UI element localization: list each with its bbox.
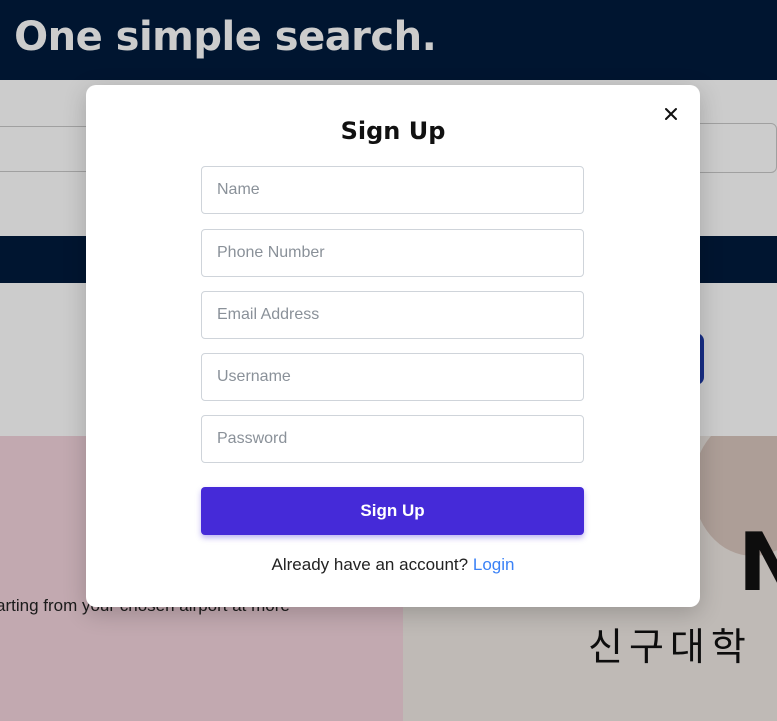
sign-up-button[interactable]: Sign Up	[201, 487, 584, 535]
modal-title: Sign Up	[340, 117, 446, 145]
login-prompt: Already have an account? Login	[86, 555, 700, 575]
phone-number-input[interactable]	[201, 229, 584, 277]
password-input[interactable]	[201, 415, 584, 463]
username-input[interactable]	[201, 353, 584, 401]
login-link[interactable]: Login	[473, 555, 515, 574]
name-input[interactable]	[201, 166, 584, 214]
signup-modal: Sign Up Sign Up Already have an account?…	[86, 85, 700, 607]
email-address-input[interactable]	[201, 291, 584, 339]
login-prompt-text: Already have an account?	[271, 555, 469, 574]
